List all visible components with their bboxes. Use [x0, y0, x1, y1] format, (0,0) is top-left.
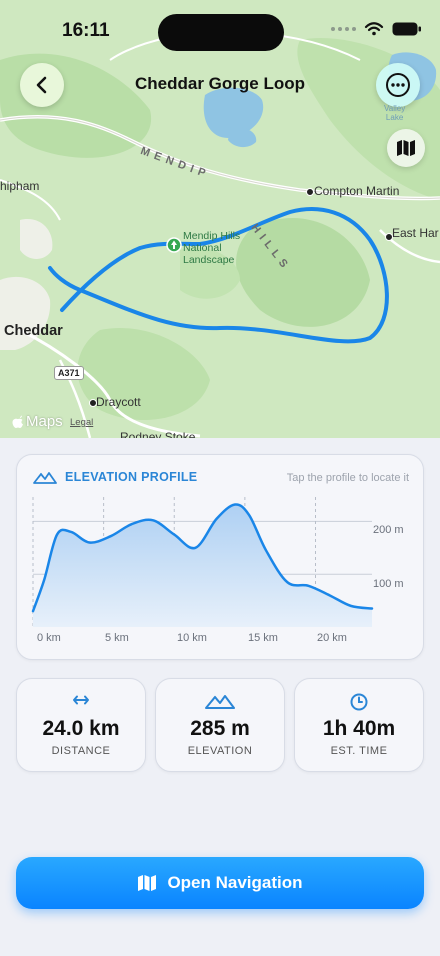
- label-shipham: hipham: [0, 179, 40, 193]
- y-tick-label: 200 m: [373, 524, 404, 536]
- mendip-park-label: Mendip Hills National Landscape: [183, 230, 240, 266]
- x-tick-label: 10 km: [177, 632, 207, 644]
- maps-brand: Maps: [12, 413, 63, 430]
- x-tick-label: 15 km: [248, 632, 278, 644]
- park-pin-icon: [166, 237, 182, 253]
- map-icon: [138, 875, 157, 891]
- x-tick-label: 20 km: [317, 632, 347, 644]
- map-icon: [397, 140, 415, 156]
- x-tick-label: 0 km: [37, 632, 61, 644]
- route-map[interactable]: 16:11 Cheddar Gorge Loop Valley Lake M E…: [0, 0, 440, 438]
- distance-label: DISTANCE: [51, 745, 111, 757]
- distance-value: 24.0 km: [42, 717, 120, 740]
- label-draycott: Draycott: [96, 395, 141, 409]
- stat-icon-wrap: [17, 693, 145, 707]
- label-east-harptree: East Har: [392, 226, 439, 240]
- stat-icon-wrap: [156, 693, 284, 709]
- mendip-park-line3: Landscape: [183, 254, 235, 266]
- battery-icon: [392, 22, 421, 36]
- status-time: 16:11: [62, 20, 110, 41]
- road-shield: A371: [54, 366, 84, 380]
- elevation-value: 285 m: [190, 717, 250, 740]
- elevation-chart[interactable]: 200 m 100 m 0 km 5 km 10 km 15 km 20 km: [17, 455, 423, 659]
- maps-brand-text: Maps: [26, 413, 63, 430]
- stat-card-time: 1h 40m EST. TIME: [294, 678, 424, 772]
- ellipsis-circle-icon: [386, 73, 410, 97]
- legal-link[interactable]: Legal: [70, 417, 93, 428]
- page-title: Cheddar Gorge Loop: [135, 74, 305, 93]
- lake-label-line2: Lake: [385, 113, 404, 122]
- map-style-button[interactable]: [387, 129, 425, 167]
- y-tick-label: 100 m: [373, 578, 404, 590]
- mountain-icon: [205, 695, 235, 709]
- cellular-dots-icon: [331, 27, 356, 31]
- stat-card-distance: 24.0 km DISTANCE: [16, 678, 146, 772]
- wifi-icon: [364, 22, 384, 36]
- label-compton-martin: Compton Martin: [314, 184, 400, 198]
- label-cheddar: Cheddar: [4, 323, 63, 339]
- lake-label-line1: Valley: [384, 104, 406, 113]
- lake-label: Valley Lake: [384, 104, 405, 122]
- town-dot: [306, 188, 314, 196]
- dynamic-island: [158, 14, 284, 51]
- mendip-park-line1: Mendip Hills: [183, 230, 241, 242]
- status-icons: [331, 22, 422, 36]
- elevation-card[interactable]: ELEVATION PROFILE Tap the profile to loc…: [16, 454, 424, 660]
- open-navigation-button[interactable]: Open Navigation: [16, 857, 424, 909]
- open-navigation-label: Open Navigation: [167, 873, 303, 892]
- time-value: 1h 40m: [322, 717, 396, 740]
- elevation-label: ELEVATION: [187, 745, 253, 757]
- mendip-park-line2: National: [183, 242, 222, 254]
- elevation-area: [33, 504, 372, 627]
- stat-card-elevation: 285 m ELEVATION: [155, 678, 285, 772]
- arrows-left-right-icon: [73, 695, 89, 705]
- time-label: EST. TIME: [330, 745, 388, 757]
- x-tick-label: 5 km: [105, 632, 129, 644]
- apple-logo-icon: [12, 415, 23, 428]
- label-rodney-stoke: Rodney Stoke: [120, 430, 196, 438]
- stat-icon-wrap: [295, 693, 423, 711]
- more-options-button[interactable]: [376, 63, 420, 107]
- clock-icon: [350, 693, 368, 711]
